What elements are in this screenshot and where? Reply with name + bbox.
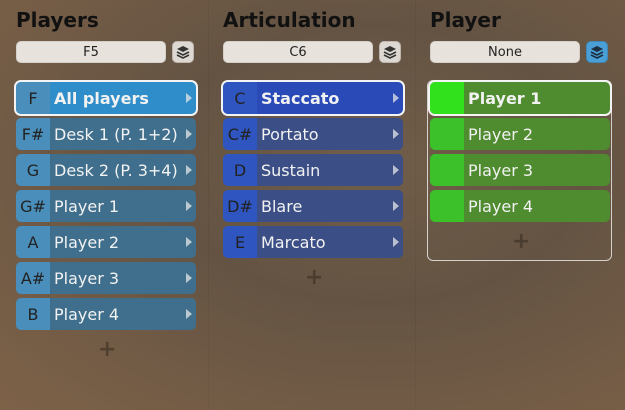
player-add-button[interactable]: + — [512, 229, 530, 254]
player-row-label: Player 4 — [468, 196, 534, 216]
chevron-right-icon — [186, 273, 192, 283]
players-row[interactable]: G# Player 1 — [16, 190, 196, 222]
articulation-layers-button[interactable] — [379, 41, 401, 63]
articulation-add-button[interactable]: + — [305, 265, 323, 290]
players-key-field[interactable]: F5 — [16, 41, 166, 63]
articulation-row-key: D — [223, 154, 257, 186]
articulation-row-key: E — [223, 226, 257, 258]
layers-icon — [176, 46, 190, 59]
chevron-right-icon — [186, 309, 192, 319]
players-add-button[interactable]: + — [98, 337, 116, 362]
players-row-label: Desk 1 (P. 1+2) — [54, 124, 178, 144]
chevron-right-icon — [186, 165, 192, 175]
player-row-key — [430, 154, 464, 186]
players-row-label: All players — [54, 88, 149, 108]
player-title: Player — [430, 8, 501, 32]
players-row[interactable]: A Player 2 — [16, 226, 196, 258]
articulation-row-label: Sustain — [261, 160, 321, 180]
players-row[interactable]: F All players — [16, 82, 196, 114]
articulation-row-label: Portato — [261, 124, 319, 144]
articulation-row-key: C# — [223, 118, 257, 150]
chevron-right-icon-wrap — [389, 201, 403, 211]
players-row-key: G — [16, 154, 50, 186]
player-row-label: Player 2 — [468, 124, 534, 144]
players-row-key: A — [16, 226, 50, 258]
chevron-right-icon-wrap — [389, 129, 403, 139]
players-row-label: Desk 2 (P. 3+4) — [54, 160, 178, 180]
player-row[interactable]: Player 3 — [430, 154, 610, 186]
players-row[interactable]: G Desk 2 (P. 3+4) — [16, 154, 196, 186]
articulation-row-label: Marcato — [261, 232, 326, 252]
players-row-label: Player 1 — [54, 196, 120, 216]
player-layers-button[interactable] — [586, 41, 608, 63]
chevron-right-icon — [186, 129, 192, 139]
articulation-row-label: Staccato — [261, 88, 340, 108]
players-row[interactable]: B Player 4 — [16, 298, 196, 330]
players-row[interactable]: F# Desk 1 (P. 1+2) — [16, 118, 196, 150]
players-row-label: Player 2 — [54, 232, 120, 252]
players-row-label: Player 3 — [54, 268, 120, 288]
chevron-right-icon — [393, 129, 399, 139]
players-row-key: A# — [16, 262, 50, 294]
chevron-right-icon-wrap — [389, 237, 403, 247]
articulation-row-key: D# — [223, 190, 257, 222]
player-key-field[interactable]: None — [430, 41, 580, 63]
chevron-right-icon-wrap — [182, 201, 196, 211]
player-row[interactable]: Player 4 — [430, 190, 610, 222]
chevron-right-icon — [186, 237, 192, 247]
player-row-label: Player 3 — [468, 160, 534, 180]
player-row-key — [430, 118, 464, 150]
chevron-right-icon — [393, 237, 399, 247]
chevron-right-icon-wrap — [182, 273, 196, 283]
players-layers-button[interactable] — [172, 41, 194, 63]
chevron-right-icon — [393, 165, 399, 175]
players-row-key: F# — [16, 118, 50, 150]
players-row-key: G# — [16, 190, 50, 222]
players-row-key: B — [16, 298, 50, 330]
players-row[interactable]: A# Player 3 — [16, 262, 196, 294]
articulation-key-field[interactable]: C6 — [223, 41, 373, 63]
chevron-right-icon-wrap — [182, 93, 196, 103]
articulation-title: Articulation — [223, 8, 356, 32]
player-row[interactable]: Player 1 — [430, 82, 610, 114]
chevron-right-icon-wrap — [389, 93, 403, 103]
chevron-right-icon-wrap — [182, 165, 196, 175]
articulation-row[interactable]: E Marcato — [223, 226, 403, 258]
chevron-right-icon-wrap — [182, 237, 196, 247]
layers-icon — [590, 46, 604, 59]
articulation-row-key: C — [223, 82, 257, 114]
player-row-label: Player 1 — [468, 88, 542, 108]
players-row-key: F — [16, 82, 50, 114]
player-row-key — [430, 82, 464, 114]
chevron-right-icon — [393, 93, 399, 103]
players-row-label: Player 4 — [54, 304, 120, 324]
chevron-right-icon — [186, 201, 192, 211]
articulation-row[interactable]: D# Blare — [223, 190, 403, 222]
player-row-key — [430, 190, 464, 222]
articulation-row[interactable]: C Staccato — [223, 82, 403, 114]
articulation-row-label: Blare — [261, 196, 303, 216]
chevron-right-icon-wrap — [389, 165, 403, 175]
articulation-row[interactable]: D Sustain — [223, 154, 403, 186]
chevron-right-icon — [393, 201, 399, 211]
chevron-right-icon — [186, 93, 192, 103]
players-title: Players — [16, 8, 99, 32]
player-row[interactable]: Player 2 — [430, 118, 610, 150]
layers-icon — [383, 46, 397, 59]
articulation-row[interactable]: C# Portato — [223, 118, 403, 150]
chevron-right-icon-wrap — [182, 309, 196, 319]
chevron-right-icon-wrap — [182, 129, 196, 139]
